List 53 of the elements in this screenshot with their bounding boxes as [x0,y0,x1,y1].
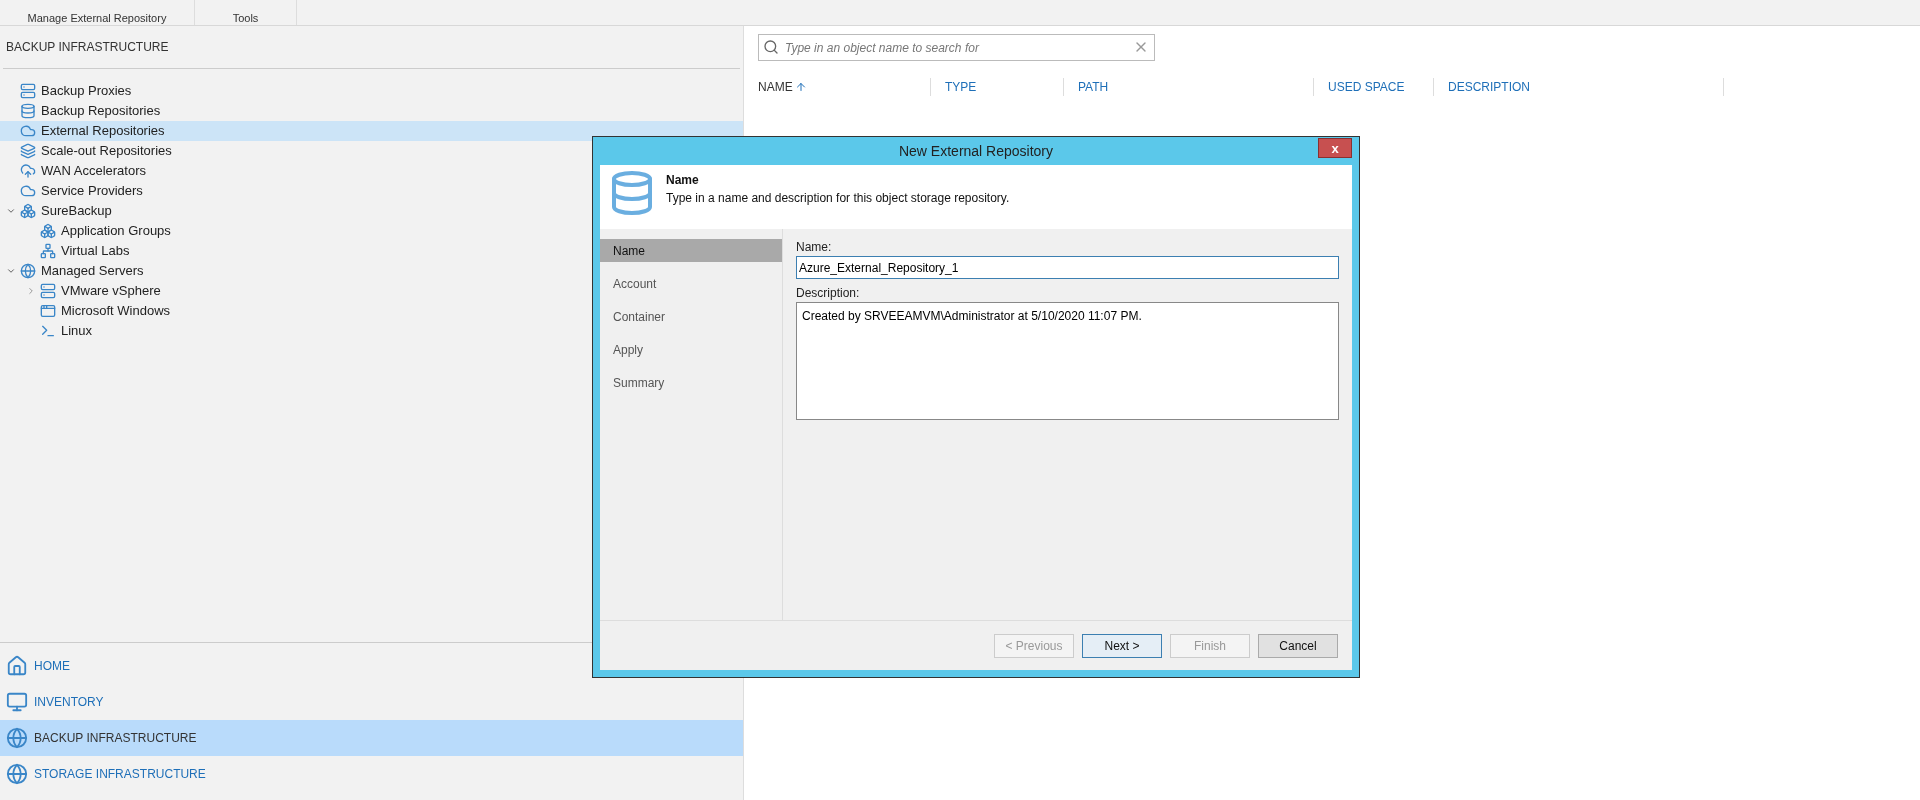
boxes-icon [40,223,56,239]
window-icon [40,303,56,319]
step-title: Name [666,172,700,189]
globe-icon [6,763,28,785]
dialog-button[interactable]: Cancel [1258,633,1338,658]
name-label: Name: [796,239,833,256]
server-icon [20,83,36,99]
ribbon-group-label: Tools [232,12,259,24]
dialog-title: New External Repository [898,141,1054,161]
description-label: Description: [796,285,861,302]
nav-item[interactable]: STORAGE INFRASTRUCTURE [0,756,743,792]
description-field[interactable]: Created by SRVEEAMVM\Administrator at 5/10/2020 11:07 PM. [796,302,1339,420]
column-header[interactable]: DESCRIPTION [1448,78,1530,96]
database-icon [20,103,36,119]
dialog-button[interactable]: Next > [1082,633,1162,658]
tree-item[interactable]: Backup Proxies [0,81,743,101]
expanded-icon[interactable] [6,206,16,216]
network-icon [40,243,56,259]
close-button[interactable]: x [1318,138,1352,158]
wizard-step[interactable]: Summary [600,371,782,394]
wizard-step[interactable]: Apply [600,338,782,361]
home-icon [6,655,28,677]
tree-item[interactable]: Application Groups [0,221,743,241]
monitor-icon [6,691,28,713]
column-header[interactable]: TYPE [945,78,977,96]
wizard-step[interactable]: Name [600,239,782,262]
globe-icon [6,727,28,749]
expanded-icon[interactable] [6,266,16,276]
search-icon [763,39,779,55]
cloud-icon [20,183,36,199]
column-header[interactable]: NAME [758,78,793,96]
name-field[interactable]: Azure_External_Repository_1 [796,256,1339,279]
tree-item[interactable]: External Repositories [0,121,743,141]
layers-icon [20,143,36,159]
server-icon [40,283,56,299]
tree-item[interactable]: Backup Repositories [0,101,743,121]
column-header[interactable]: USED SPACE [1328,78,1405,96]
wizard-step[interactable]: Account [600,272,782,295]
column-header[interactable]: PATH [1078,78,1109,96]
ribbon-group-label: Manage External Repository [26,12,168,24]
search-field[interactable]: Type in an object name to search for [758,34,1155,61]
boxes-icon [20,203,36,219]
sidebar-title: BACKUP INFRASTRUCTURE [5,39,169,56]
cloud-upload-icon [20,163,36,179]
tree-item[interactable]: Scale-out Repositories [0,141,743,161]
terminal-icon [40,323,56,339]
nav-item[interactable]: BACKUP INFRASTRUCTURE [0,720,743,756]
globe-icon [20,263,36,279]
collapsed-icon[interactable] [26,286,36,296]
nav-item[interactable]: INVENTORY [0,684,743,720]
nav-item[interactable]: HOME [0,648,743,684]
cloud-icon [20,123,36,139]
step-description: Type in a name and description for this object storage repository. [666,190,1010,207]
